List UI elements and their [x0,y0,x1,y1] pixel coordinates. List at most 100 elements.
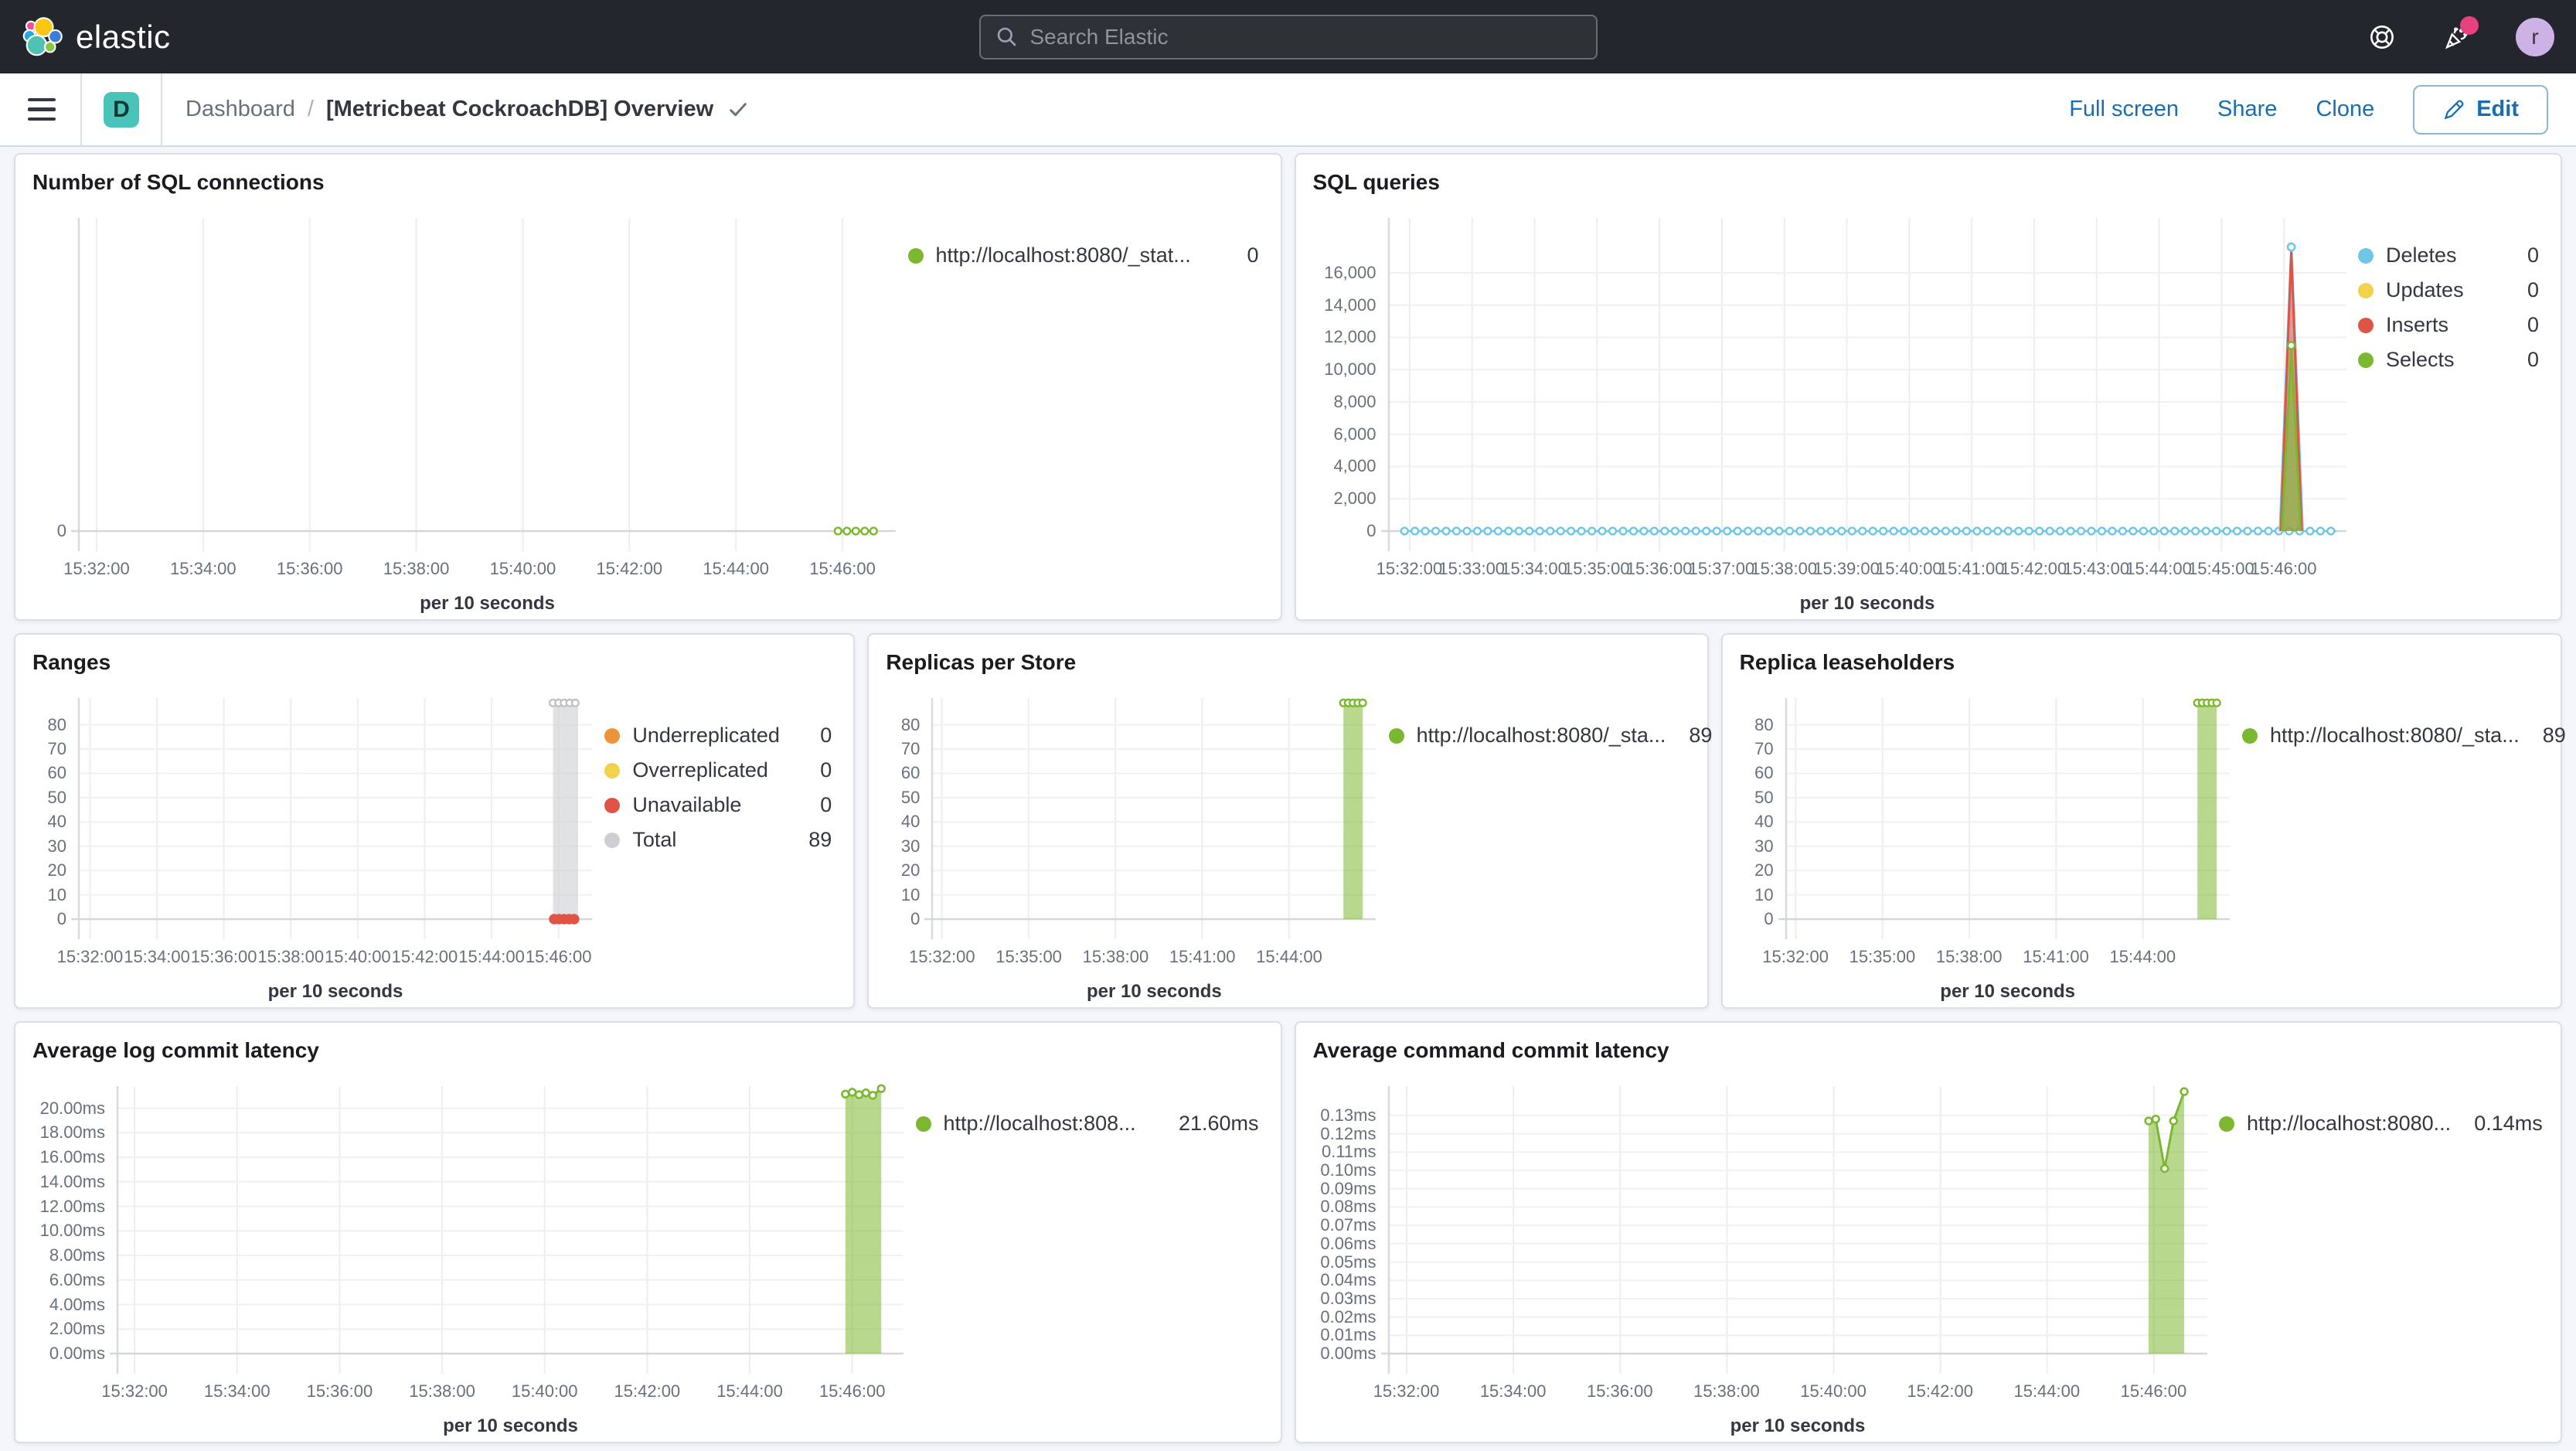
x-tick-label: 15:34:00 [1479,1381,1547,1401]
y-tick-label: 70 [900,739,920,758]
chart-plot-area[interactable]: 0 10 20 30 40 50 60 70 80 15:32:00 15:34:00 15:36:0… [32,686,604,1003]
legend-series-value: 89 [1689,724,1713,747]
top-bar: elastic Search Elastic r [0,0,2576,73]
legend-item[interactable]: Selects 0 [2358,342,2539,377]
newsfeed-button[interactable] [2442,15,2479,52]
y-tick-label: 10.00ms [39,1221,105,1241]
x-tick-label: 15:35:00 [995,947,1062,966]
y-tick-label: 4.00ms [49,1294,105,1314]
full-screen-button[interactable]: Full screen [2069,97,2179,122]
user-avatar[interactable]: r [2516,17,2554,56]
panel-title: SQL queries [1312,170,1440,194]
chart-plot-area[interactable]: 0 2,000 4,000 6,000 8,000 10,000 12,000 14,000 1… [1313,206,2359,615]
y-tick-label: 8,000 [1333,391,1376,411]
legend-item[interactable]: http://localhost:8080/_sta... 89 [2241,718,2566,753]
x-tick-label: 15:32:00 [1762,947,1829,966]
menu-button[interactable] [28,97,56,121]
y-tick-label: 60 [900,763,920,783]
y-tick-label: 80 [1754,714,1774,734]
panel-title: Replicas per Store [886,650,1077,674]
x-tick-label: 15:41:00 [2023,947,2089,966]
y-tick-label: 0 [910,909,920,928]
y-tick-label: 30 [900,836,920,856]
legend-item[interactable]: Overreplicated 0 [604,753,832,788]
help-button[interactable] [2367,22,2397,52]
y-tick-label: 40 [1754,812,1774,832]
title-caret-icon[interactable] [727,100,749,119]
clone-button[interactable]: Clone [2316,97,2374,122]
x-tick-label: 15:44:00 [716,1381,783,1401]
x-tick-label: 15:44:00 [2013,1381,2081,1401]
legend-series-label: Overreplicated [632,758,768,782]
legend-series-value: 0.14ms [2474,1112,2543,1135]
share-button[interactable]: Share [2217,97,2277,122]
legend-series-label: http://localhost:8080... [2247,1112,2452,1135]
chart-canvas[interactable] [32,206,908,615]
panel-title: Ranges [32,650,111,674]
legend-item[interactable]: http://localhost:8080/_stat... 0 [907,238,1259,273]
elastic-logo[interactable]: elastic [22,16,171,58]
legend-series-dot [1388,727,1404,744]
y-tick-label: 40 [900,812,920,832]
edit-button-label: Edit [2476,97,2519,121]
chart-plot-area[interactable]: 0 15:32:00 15:34:00 15:36:00 15:38:00 15:40:0… [32,206,908,615]
y-tick-label: 0 [1764,909,1774,928]
y-tick-label: 0 [56,909,66,928]
legend-item[interactable]: Unavailable 0 [604,788,832,823]
chart-legend: http://localhost:808... 21.60ms [915,1074,1264,1437]
legend-series-dot [604,727,621,744]
y-tick-label: 40 [47,812,66,832]
chart-legend: Underreplicated 0 Overreplicated 0 Unavailab… [604,686,836,1003]
legend-series-dot [915,1115,931,1132]
x-tick-label: 15:38:00 [1935,947,2003,966]
legend-item[interactable]: Deletes 0 [2358,238,2539,273]
legend-item[interactable]: Underreplicated 0 [604,718,832,753]
edit-button[interactable]: Edit [2413,84,2548,135]
chart-legend: http://localhost:8080/_sta... 89 [1388,686,1712,1003]
pencil-icon [2444,99,2464,119]
x-tick-label: 15:42:00 [1907,1381,1973,1401]
legend-item[interactable]: http://localhost:808... 21.60ms [915,1106,1259,1141]
y-tick-label: 80 [900,714,920,734]
legend-item[interactable]: Inserts 0 [2358,308,2539,342]
x-tick-label: 15:38:00 [1082,947,1149,966]
legend-series-label: http://localhost:808... [943,1112,1136,1135]
chart-canvas[interactable] [1313,206,2359,615]
breadcrumb-dashboard-link[interactable]: Dashboard [185,97,295,122]
panel-title: Average log commit latency [32,1038,319,1062]
panel-replica-leaseholders: Replica leaseholders 0 10 20 30 40 50 60 70 80 15… [1720,633,2566,1009]
chart-plot-area[interactable]: 0.00ms 2.00ms 4.00ms 6.00ms 8.00ms 10.00ms 12.… [32,1074,916,1437]
x-tick-label: 15:41:00 [1169,947,1236,966]
chart-plot-area[interactable]: 0 10 20 30 40 50 60 70 80 15:32:00 15:35:00 15:38:0… [886,686,1388,1003]
x-tick-label: 15:32:00 [63,559,130,578]
x-tick-label: 15:36:00 [1586,1381,1653,1401]
y-tick-label: 60 [1754,763,1774,783]
legend-series-dot [2358,352,2374,368]
legend-item[interactable]: Updates 0 [2358,273,2539,308]
legend-series-value: 0 [2527,348,2539,371]
legend-item[interactable]: http://localhost:8080... 0.14ms [2219,1106,2543,1141]
chart-plot-area[interactable]: 0 10 20 30 40 50 60 70 80 15:32:00 15:35:00 15:38:0… [1740,686,2242,1003]
x-tick-label: 15:46:00 [2250,559,2317,578]
logo-text: elastic [76,18,171,55]
search-input[interactable] [1029,24,1582,49]
legend-series-value: 89 [808,828,832,851]
global-search[interactable] [978,14,1598,60]
notification-badge [2460,15,2479,35]
y-tick-label: 0.13ms [1320,1105,1376,1125]
y-tick-label: 18.00ms [39,1122,105,1143]
breadcrumb-separator: / [307,97,314,121]
chart-plot-area[interactable]: 0.00ms 0.01ms 0.02ms 0.03ms 0.04ms 0.05ms 0.06… [1313,1074,2220,1437]
divider [161,73,162,146]
x-tick-label: 15:42:00 [596,559,663,578]
legend-series-label: http://localhost:8080/_sta... [2269,724,2520,747]
y-tick-label: 14.00ms [39,1171,105,1191]
y-tick-label: 10 [47,884,66,904]
legend-item[interactable]: Total 89 [604,823,832,857]
y-tick-label: 80 [47,714,66,734]
dashboard-app-badge: D [104,91,139,128]
legend-item[interactable]: http://localhost:8080/_sta... 89 [1388,718,1712,753]
y-tick-label: 20 [1754,860,1774,880]
panel-title: Average command commit latency [1312,1038,1669,1062]
legend-series-dot [2241,727,2258,744]
